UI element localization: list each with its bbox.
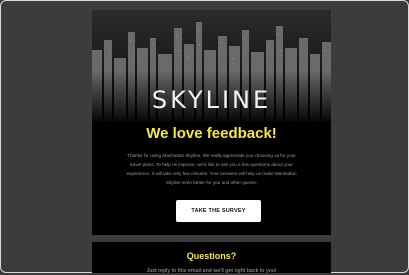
email-body: SKYLINE We love feedback! Thanks for usi… — [92, 10, 331, 274]
body-line: travel plans. To help us improve, we'd l… — [130, 162, 293, 167]
headline: We love feedback! — [146, 125, 277, 142]
body-paragraph: Thanks for using Manhattan Skyline. We r… — [104, 151, 319, 187]
take-survey-button[interactable]: TAKE THE SURVEY — [176, 200, 261, 222]
body-line: experience. It will take only few minute… — [126, 171, 297, 176]
body-line: Thanks for using Manhattan Skyline. We r… — [127, 153, 296, 158]
section-divider — [92, 235, 331, 242]
body-line: Skyline even better for you and other gu… — [165, 180, 258, 185]
brand-logo: SKYLINE — [151, 86, 272, 114]
footer-title: Questions? — [186, 251, 237, 261]
footer-text: Just reply to this email and we'll get r… — [146, 268, 277, 274]
